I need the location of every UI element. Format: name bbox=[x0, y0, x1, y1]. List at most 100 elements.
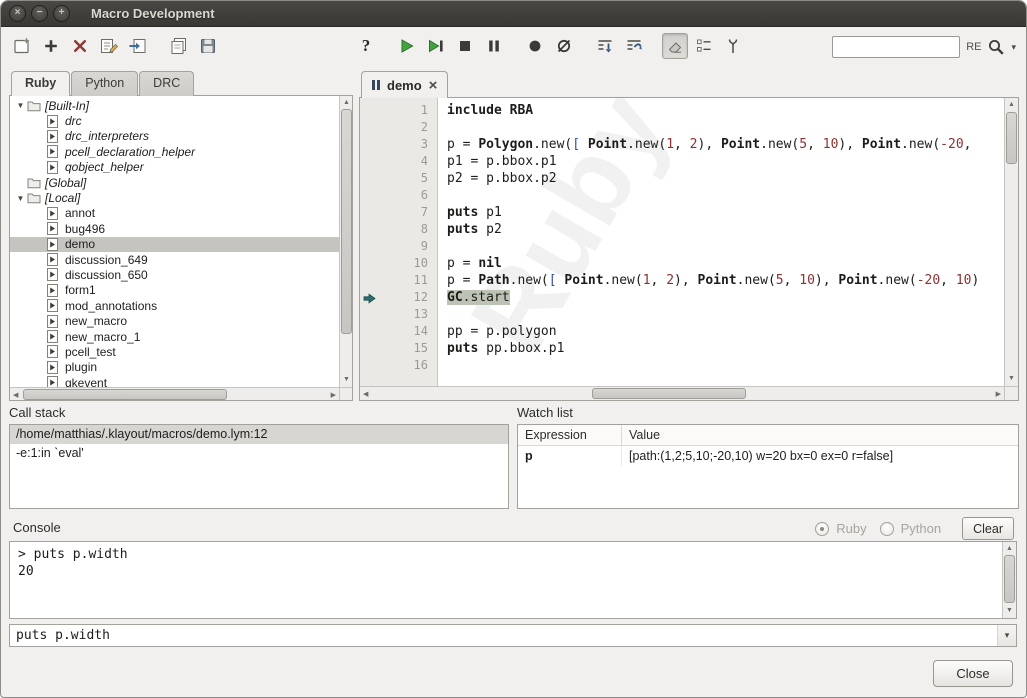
line-number-15[interactable]: 15 bbox=[360, 341, 437, 358]
stop-button[interactable] bbox=[452, 33, 478, 59]
scroll-up-icon[interactable]: ▲ bbox=[1003, 544, 1016, 554]
tree-item-plugin[interactable]: plugin bbox=[10, 360, 339, 375]
tab-drc[interactable]: DRC bbox=[139, 71, 194, 96]
scrollbar-thumb[interactable] bbox=[1004, 555, 1015, 603]
line-number-11[interactable]: 11 bbox=[360, 273, 437, 290]
console-input[interactable] bbox=[10, 625, 996, 646]
tree-item-drc[interactable]: drc bbox=[10, 113, 339, 128]
run-button[interactable] bbox=[394, 33, 420, 59]
watch-expressions-button[interactable] bbox=[720, 33, 746, 59]
window-minimize-button[interactable]: − bbox=[31, 5, 48, 22]
tree-item-global[interactable]: [Global] bbox=[10, 175, 339, 190]
line-number-9[interactable]: 9 bbox=[360, 239, 437, 256]
watch-column-expression[interactable]: Expression bbox=[518, 425, 622, 445]
scroll-up-icon[interactable]: ▲ bbox=[340, 98, 353, 108]
line-number-5[interactable]: 5 bbox=[360, 171, 437, 188]
code-editor[interactable]: Ruby include RBAp = Polygon.new([ Point.… bbox=[439, 98, 1004, 386]
scrollbar-thumb[interactable] bbox=[341, 109, 352, 334]
help-button[interactable]: ? bbox=[353, 33, 379, 59]
eraser-button[interactable] bbox=[662, 33, 688, 59]
delete-macro-button[interactable] bbox=[67, 33, 93, 59]
line-number-16[interactable]: 16 bbox=[360, 358, 437, 375]
scroll-right-icon[interactable]: ▶ bbox=[996, 389, 1001, 402]
regex-toggle[interactable]: RE bbox=[966, 41, 981, 53]
console-history-dropdown[interactable]: ▾ bbox=[997, 625, 1016, 646]
clear-breakpoints-button[interactable] bbox=[551, 33, 577, 59]
rename-macro-button[interactable] bbox=[96, 33, 122, 59]
tab-close-icon[interactable]: × bbox=[429, 78, 438, 93]
search-input[interactable] bbox=[832, 36, 960, 58]
scroll-down-icon[interactable]: ▼ bbox=[1005, 374, 1018, 384]
tree-item-built-in[interactable]: ▼[Built-In] bbox=[10, 98, 339, 113]
tree-item-bug496[interactable]: bug496 bbox=[10, 221, 339, 236]
scroll-up-icon[interactable]: ▲ bbox=[1005, 100, 1018, 110]
tree-item-demo[interactable]: demo bbox=[10, 237, 339, 252]
line-number-14[interactable]: 14 bbox=[360, 324, 437, 341]
set-breakpoint-button[interactable] bbox=[522, 33, 548, 59]
console-output[interactable]: > puts p.width20 bbox=[10, 542, 1002, 618]
call-stack-item[interactable]: -e:1:in `eval' bbox=[10, 444, 508, 463]
console-vertical-scrollbar[interactable]: ▲ ▼ bbox=[1002, 542, 1016, 618]
close-button[interactable]: Close bbox=[933, 660, 1013, 687]
editor-gutter[interactable]: 12345678910111213141516 bbox=[360, 98, 438, 386]
line-number-3[interactable]: 3 bbox=[360, 137, 437, 154]
tree-item-annot[interactable]: annot bbox=[10, 206, 339, 221]
tree-item-local[interactable]: ▼[Local] bbox=[10, 190, 339, 205]
line-number-8[interactable]: 8 bbox=[360, 222, 437, 239]
properties-button[interactable] bbox=[691, 33, 717, 59]
tree-item-drc_interpreters[interactable]: drc_interpreters bbox=[10, 129, 339, 144]
tab-ruby[interactable]: Ruby bbox=[11, 71, 70, 96]
add-macro-button[interactable] bbox=[38, 33, 64, 59]
call-stack-list[interactable]: /home/matthias/.klayout/macros/demo.lym:… bbox=[9, 424, 509, 509]
scroll-right-icon[interactable]: ▶ bbox=[331, 390, 336, 403]
watch-column-value[interactable]: Value bbox=[622, 425, 667, 445]
watch-row[interactable]: p[path:(1,2;5,10;-20,10) w=20 bx=0 ex=0 … bbox=[518, 446, 1018, 466]
new-macro-button[interactable] bbox=[9, 33, 35, 59]
search-options-dropdown[interactable]: ▾ bbox=[1011, 42, 1016, 53]
line-number-10[interactable]: 10 bbox=[360, 256, 437, 273]
tree-item-qkevent[interactable]: qkevent bbox=[10, 375, 339, 387]
line-number-12[interactable]: 12 bbox=[360, 290, 437, 307]
window-maximize-button[interactable]: + bbox=[53, 5, 70, 22]
tree-item-discussion_649[interactable]: discussion_649 bbox=[10, 252, 339, 267]
line-number-2[interactable]: 2 bbox=[360, 120, 437, 137]
tree-item-discussion_650[interactable]: discussion_650 bbox=[10, 267, 339, 282]
line-number-7[interactable]: 7 bbox=[360, 205, 437, 222]
pause-button[interactable] bbox=[481, 33, 507, 59]
line-number-4[interactable]: 4 bbox=[360, 154, 437, 171]
scrollbar-thumb[interactable] bbox=[1006, 112, 1017, 164]
save-macro-button[interactable] bbox=[195, 33, 221, 59]
watch-list-table[interactable]: Expression Value p[path:(1,2;5,10;-20,10… bbox=[517, 424, 1019, 509]
scroll-down-icon[interactable]: ▼ bbox=[340, 375, 353, 385]
tree-vertical-scrollbar[interactable]: ▲ ▼ bbox=[339, 96, 352, 387]
tree-item-new_macro_1[interactable]: new_macro_1 bbox=[10, 329, 339, 344]
tree-item-pcell_declaration_helper[interactable]: pcell_declaration_helper bbox=[10, 144, 339, 159]
scrollbar-thumb[interactable] bbox=[592, 388, 747, 399]
save-all-macros-button[interactable] bbox=[166, 33, 192, 59]
scrollbar-thumb[interactable] bbox=[23, 389, 227, 400]
tree-item-form1[interactable]: form1 bbox=[10, 283, 339, 298]
ruby-interpreter-radio[interactable] bbox=[815, 522, 829, 536]
tree-item-qobject_helper[interactable]: qobject_helper bbox=[10, 160, 339, 175]
clear-console-button[interactable]: Clear bbox=[962, 517, 1014, 540]
search-button[interactable] bbox=[987, 38, 1005, 56]
line-number-13[interactable]: 13 bbox=[360, 307, 437, 324]
import-macro-button[interactable] bbox=[125, 33, 151, 59]
tree-item-mod_annotations[interactable]: mod_annotations bbox=[10, 298, 339, 313]
call-stack-item[interactable]: /home/matthias/.klayout/macros/demo.lym:… bbox=[10, 425, 508, 444]
titlebar[interactable]: × − + Macro Development bbox=[1, 1, 1026, 27]
scroll-left-icon[interactable]: ◀ bbox=[363, 389, 368, 402]
window-close-button[interactable]: × bbox=[9, 5, 26, 22]
expander-icon[interactable]: ▼ bbox=[14, 101, 27, 110]
step-over-button[interactable] bbox=[621, 33, 647, 59]
expander-icon[interactable]: ▼ bbox=[14, 194, 27, 203]
macro-tree[interactable]: ▼[Built-In]drcdrc_interpreterspcell_decl… bbox=[10, 96, 339, 387]
line-number-6[interactable]: 6 bbox=[360, 188, 437, 205]
tree-item-new_macro[interactable]: new_macro bbox=[10, 313, 339, 328]
tree-item-pcell_test[interactable]: pcell_test bbox=[10, 344, 339, 359]
scroll-down-icon[interactable]: ▼ bbox=[1003, 606, 1016, 616]
python-interpreter-radio[interactable] bbox=[880, 522, 894, 536]
step-into-button[interactable] bbox=[592, 33, 618, 59]
tab-python[interactable]: Python bbox=[71, 71, 138, 96]
line-number-1[interactable]: 1 bbox=[360, 103, 437, 120]
